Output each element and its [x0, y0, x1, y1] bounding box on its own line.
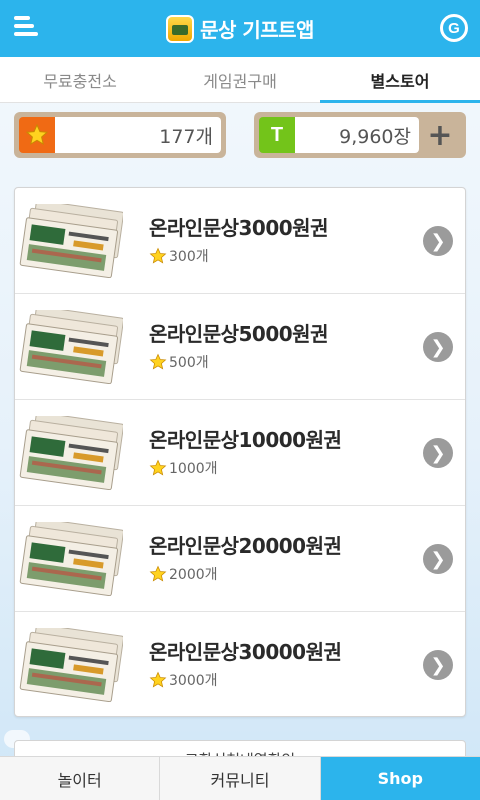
- product-price-value: 500개: [169, 355, 209, 371]
- product-price: 500개: [149, 352, 209, 372]
- voucher-image-icon: [19, 310, 123, 384]
- product-title: 온라인문상30000원권: [149, 640, 342, 664]
- plus-icon[interactable]: +: [419, 117, 461, 153]
- product-price-value: 2000개: [169, 567, 218, 583]
- nav-community[interactable]: 커뮤니티: [160, 757, 321, 800]
- product-price-value: 3000개: [169, 673, 218, 689]
- app-header: 문상 기프트앱 G: [0, 0, 480, 57]
- chevron-right-icon[interactable]: ❯: [423, 544, 453, 574]
- product-price: 3000개: [149, 670, 218, 690]
- product-price-value: 300개: [169, 249, 209, 265]
- product-price-value: 1000개: [169, 461, 218, 477]
- star-balance-value: 177개: [55, 117, 221, 153]
- ticket-balance: T 9,960장 +: [254, 112, 466, 158]
- voucher-image-icon: [19, 204, 123, 278]
- chevron-right-icon[interactable]: ❯: [423, 332, 453, 362]
- product-title: 온라인문상5000원권: [149, 322, 328, 346]
- product-list: 온라인문상3000원권 300개 ❯ 온라인문상5000원권 500개 ❯ 온라…: [14, 187, 466, 717]
- chevron-right-icon[interactable]: ❯: [423, 438, 453, 468]
- app-title: 문상 기프트앱: [200, 18, 314, 42]
- chevron-right-icon[interactable]: ❯: [423, 650, 453, 680]
- culture-voucher-logo-icon: [166, 14, 195, 43]
- star-icon: [149, 459, 167, 476]
- voucher-image-icon: [19, 416, 123, 490]
- nav-playground[interactable]: 놀이터: [0, 757, 161, 800]
- product-price: 2000개: [149, 564, 218, 584]
- product-row[interactable]: 온라인문상30000원권 3000개 ❯: [15, 612, 465, 718]
- top-tabs: 무료충전소 게임권구매 별스토어: [0, 57, 480, 103]
- ticket-balance-value: 9,960장: [295, 117, 419, 153]
- voucher-image-icon: [19, 628, 123, 702]
- g-chat-icon[interactable]: G: [440, 14, 468, 42]
- nav-shop[interactable]: Shop: [320, 757, 480, 800]
- chevron-right-icon[interactable]: ❯: [423, 226, 453, 256]
- tab-free-charge[interactable]: 무료충전소: [0, 57, 160, 102]
- star-icon: [149, 247, 167, 264]
- product-row[interactable]: 온라인문상5000원권 500개 ❯: [15, 294, 465, 400]
- hamburger-menu-icon[interactable]: [14, 16, 38, 40]
- product-row[interactable]: 온라인문상10000원권 1000개 ❯: [15, 400, 465, 506]
- star-icon: [149, 353, 167, 370]
- product-title: 온라인문상10000원권: [149, 428, 342, 452]
- product-price: 300개: [149, 246, 209, 266]
- star-icon: [19, 117, 55, 153]
- product-row[interactable]: 온라인문상20000원권 2000개 ❯: [15, 506, 465, 612]
- product-row[interactable]: 온라인문상3000원권 300개 ❯: [15, 188, 465, 294]
- tab-game-ticket-purchase[interactable]: 게임권구매: [160, 57, 320, 102]
- bottom-nav: 놀이터 커뮤니티 Shop: [0, 756, 480, 800]
- star-icon: [149, 671, 167, 688]
- tab-star-store[interactable]: 별스토어: [320, 57, 480, 103]
- product-title: 온라인문상3000원권: [149, 216, 328, 240]
- product-price: 1000개: [149, 458, 218, 478]
- voucher-image-icon: [19, 522, 123, 596]
- star-icon: [149, 565, 167, 582]
- title-wrap: 문상 기프트앱: [166, 14, 314, 43]
- t-letter-icon: T: [259, 117, 295, 153]
- product-title: 온라인문상20000원권: [149, 534, 342, 558]
- star-balance: 177개: [14, 112, 226, 158]
